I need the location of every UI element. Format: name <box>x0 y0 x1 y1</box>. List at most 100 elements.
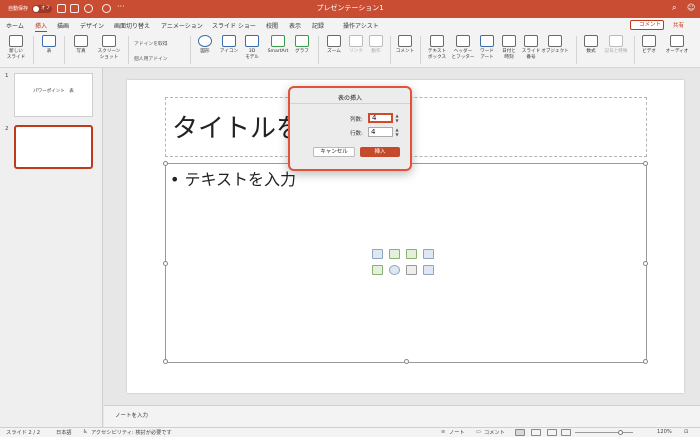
search-icon[interactable]: ⌕ <box>672 3 676 13</box>
divider <box>64 36 65 64</box>
zoom-level[interactable]: 120% <box>657 429 672 435</box>
new-slide-button[interactable]: 新しい スライド <box>3 35 29 60</box>
thumb-number: 2 <box>5 126 9 132</box>
symbol-button[interactable]: 記号と特殊 <box>602 35 630 55</box>
notes-icon: ≡ <box>441 429 446 435</box>
divider <box>128 36 129 64</box>
tab-review[interactable]: 校閲 <box>266 21 278 30</box>
tab-record[interactable]: 記録 <box>312 21 324 30</box>
insert-online-picture-icon[interactable] <box>389 265 400 275</box>
comment-insert-button[interactable]: コメント <box>393 35 417 55</box>
comment-button[interactable]: コメント <box>630 20 664 30</box>
accessibility-status[interactable]: アクセシビリティ: 検討が必要です <box>91 429 172 436</box>
insert-3d-model-icon[interactable] <box>423 249 434 259</box>
table-button[interactable]: 表 <box>38 35 60 55</box>
date-time-button[interactable]: 日付と 時刻 <box>498 35 520 60</box>
pi-icon <box>584 35 598 47</box>
audio-button[interactable]: オーディオ <box>662 35 692 55</box>
insert-table-icon[interactable] <box>372 249 383 259</box>
action-button[interactable]: 動作 <box>366 35 386 55</box>
insert-icons-icon[interactable] <box>423 265 434 275</box>
insert-chart-icon[interactable] <box>389 249 400 259</box>
columns-stepper[interactable]: ▲ ▼ <box>394 113 400 123</box>
share-button[interactable]: 共有 <box>673 21 684 29</box>
tab-draw[interactable]: 描画 <box>57 21 69 30</box>
slideshow-view-button[interactable] <box>561 429 571 436</box>
shapes-button[interactable]: 図形 <box>195 35 215 55</box>
cancel-button[interactable]: キャンセル <box>313 147 355 157</box>
content-placeholder[interactable]: • テキストを入力 <box>163 161 648 364</box>
rows-label: 行数: <box>350 131 363 137</box>
resize-handle[interactable] <box>643 161 648 166</box>
tab-slideshow[interactable]: スライド ショー <box>212 21 256 30</box>
link-button[interactable]: リンク <box>346 35 366 55</box>
zoom-slider[interactable] <box>575 432 633 433</box>
video-button[interactable]: ビデオ <box>638 35 660 55</box>
get-addins-button[interactable]: アドインを取得 <box>134 40 168 47</box>
resize-handle[interactable] <box>643 359 648 364</box>
icons-icon <box>222 35 236 47</box>
textbox-button[interactable]: テキスト ボックス <box>424 35 450 60</box>
slide-counter: スライド 2 / 2 <box>6 430 41 436</box>
slide-number-button[interactable]: スライド 番号 <box>520 35 542 60</box>
normal-view-button[interactable] <box>515 429 525 436</box>
columns-input[interactable]: 4 <box>368 113 393 123</box>
language-indicator[interactable]: 日本語 <box>56 429 72 436</box>
photo-button[interactable]: 写真 <box>70 35 92 55</box>
wordart-button[interactable]: ワード アート <box>476 35 498 60</box>
divider <box>390 36 391 64</box>
divider <box>576 36 577 64</box>
reading-view-button[interactable] <box>547 429 557 436</box>
tab-design[interactable]: デザイン <box>80 21 104 30</box>
object-button[interactable]: オブジェクト <box>540 35 570 55</box>
3d-models-button[interactable]: 3D モデル <box>242 35 262 60</box>
notes-toggle[interactable]: ノート <box>449 429 465 436</box>
zoom-slider-thumb[interactable] <box>618 430 623 435</box>
textbox-icon <box>430 35 444 47</box>
resize-handle[interactable] <box>163 359 168 364</box>
video-icon <box>642 35 656 47</box>
resize-handle[interactable] <box>404 359 409 364</box>
tab-insert[interactable]: 挿入 <box>35 21 48 33</box>
insert-smartart-icon[interactable] <box>406 249 417 259</box>
photo-icon <box>74 35 88 47</box>
zoom-button[interactable]: ズーム <box>324 35 344 55</box>
chart-button[interactable]: グラフ <box>292 35 312 55</box>
header-footer-button[interactable]: ヘッダー とフッター <box>450 35 476 60</box>
resize-handle[interactable] <box>163 161 168 166</box>
comments-toggle[interactable]: コメント <box>484 429 505 436</box>
tab-tell-me[interactable]: 操作アシスト <box>343 21 379 30</box>
insert-button[interactable]: 挿入 <box>360 147 400 157</box>
tab-view[interactable]: 表示 <box>289 21 301 30</box>
insert-picture-icon[interactable] <box>372 265 383 275</box>
icons-button[interactable]: アイコン <box>218 35 240 55</box>
object-icon <box>548 35 562 47</box>
rows-input[interactable]: 4 <box>368 127 393 137</box>
tab-animations[interactable]: アニメーション <box>161 21 203 30</box>
tab-transitions[interactable]: 画面切り替え <box>114 21 150 30</box>
resize-handle[interactable] <box>643 261 648 266</box>
tab-home[interactable]: ホーム <box>6 21 24 30</box>
shapes-icon <box>198 35 212 47</box>
smartart-button[interactable]: SmartArt <box>264 35 292 55</box>
slide-thumbnail-1[interactable]: パワーポイント 表 <box>14 73 93 117</box>
screenshot-icon <box>102 35 116 47</box>
divider <box>634 36 635 64</box>
slide-number-icon <box>524 35 538 47</box>
content-placeholder-text: • テキストを入力 <box>170 170 297 189</box>
account-icon[interactable]: ☺ <box>687 3 695 12</box>
ribbon-toolbar: 新しい スライド 表 写真 スクリーン ショット アドインを取得 個人用アドイン… <box>0 32 700 68</box>
slide-thumbnail-2[interactable] <box>14 125 93 169</box>
slide-sorter-button[interactable] <box>531 429 541 436</box>
rows-stepper[interactable]: ▲ ▼ <box>394 127 400 137</box>
thumb-number: 1 <box>5 73 9 79</box>
notes-pane[interactable]: ノートを入力 <box>104 405 700 427</box>
resize-handle[interactable] <box>163 261 168 266</box>
window-title: プレゼンテーション1 <box>316 4 384 12</box>
screenshot-button[interactable]: スクリーン ショット <box>94 35 124 60</box>
equation-button[interactable]: 数式 <box>580 35 602 55</box>
omega-icon <box>609 35 623 47</box>
insert-video-icon[interactable] <box>406 265 417 275</box>
my-addins-button[interactable]: 個人用アドイン <box>134 55 168 62</box>
fit-to-window-icon[interactable]: ⊡ <box>684 429 688 435</box>
